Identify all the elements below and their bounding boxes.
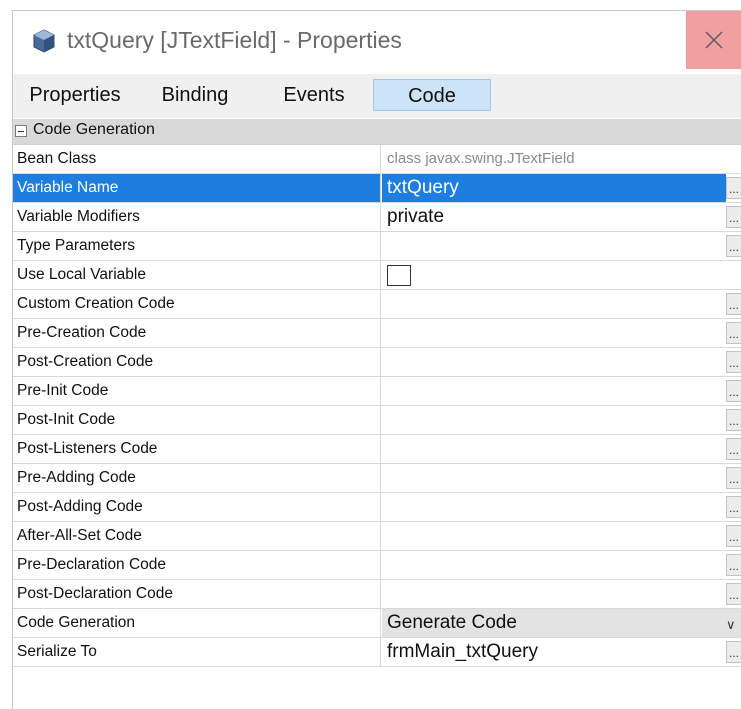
property-row-variable-modifiers[interactable]: Variable Modifiers private ... (13, 203, 741, 232)
section-header-code-generation[interactable]: Code Generation (13, 119, 741, 145)
property-row-custom-creation-code[interactable]: Custom Creation Code ... (13, 290, 741, 319)
use-local-variable-checkbox[interactable] (387, 265, 411, 286)
property-name: Post-Declaration Code (17, 580, 381, 608)
property-row-pre-creation-code[interactable]: Pre-Creation Code ... (13, 319, 741, 348)
property-value[interactable]: private (387, 203, 444, 231)
property-name: Custom Creation Code (17, 290, 381, 318)
property-value: class javax.swing.JTextField (387, 150, 575, 167)
property-row-use-local-variable[interactable]: Use Local Variable (13, 261, 741, 290)
ellipsis-button[interactable]: ... (726, 351, 741, 373)
property-name: Pre-Declaration Code (17, 551, 381, 579)
property-row-type-parameters[interactable]: Type Parameters ... (13, 232, 741, 261)
ellipsis-button[interactable]: ... (726, 438, 741, 460)
property-grid: Bean Class class javax.swing.JTextField … (13, 145, 741, 667)
tab-events[interactable]: Events (267, 79, 361, 111)
window-title: txtQuery [JTextField] - Properties (67, 27, 402, 53)
property-row-post-creation-code[interactable]: Post-Creation Code ... (13, 348, 741, 377)
property-name: Post-Creation Code (17, 348, 381, 376)
ellipsis-button[interactable]: ... (726, 525, 741, 547)
property-name: Pre-Adding Code (17, 464, 381, 492)
property-name: Code Generation (17, 609, 381, 637)
property-name: Use Local Variable (17, 261, 381, 289)
property-row-variable-name[interactable]: Variable Name txtQuery ... (13, 174, 741, 203)
property-name: Pre-Init Code (17, 377, 381, 405)
property-row-post-adding-code[interactable]: Post-Adding Code ... (13, 493, 741, 522)
dropdown-selected-value: Generate Code (387, 612, 517, 633)
property-name: Post-Adding Code (17, 493, 381, 521)
code-generation-dropdown[interactable]: Generate Code ∨ (382, 609, 741, 637)
property-value-input[interactable]: txtQuery (387, 174, 459, 202)
property-row-after-all-set-code[interactable]: After-All-Set Code ... (13, 522, 741, 551)
property-row-post-init-code[interactable]: Post-Init Code ... (13, 406, 741, 435)
property-row-code-generation[interactable]: Code Generation Generate Code ∨ (13, 609, 741, 638)
property-name: After-All-Set Code (17, 522, 381, 550)
ellipsis-button[interactable]: ... (726, 583, 741, 605)
collapse-icon[interactable] (15, 125, 27, 137)
property-row-bean-class[interactable]: Bean Class class javax.swing.JTextField (13, 145, 741, 174)
ellipsis-button[interactable]: ... (726, 322, 741, 344)
ellipsis-button[interactable]: ... (726, 206, 741, 228)
chevron-down-icon: ∨ (726, 617, 736, 632)
property-name: Post-Init Code (17, 406, 381, 434)
ellipsis-button[interactable]: ... (726, 554, 741, 576)
property-name: Post-Listeners Code (17, 435, 381, 463)
tab-binding[interactable]: Binding (145, 79, 245, 111)
property-row-post-listeners-code[interactable]: Post-Listeners Code ... (13, 435, 741, 464)
property-row-serialize-to[interactable]: Serialize To frmMain_txtQuery ... (13, 638, 741, 667)
ellipsis-button[interactable]: ... (726, 409, 741, 431)
ellipsis-button[interactable]: ... (726, 641, 741, 663)
ellipsis-button[interactable]: ... (726, 380, 741, 402)
property-row-pre-init-code[interactable]: Pre-Init Code ... (13, 377, 741, 406)
property-row-pre-declaration-code[interactable]: Pre-Declaration Code ... (13, 551, 741, 580)
section-title: Code Generation (33, 121, 155, 138)
close-icon (705, 31, 723, 49)
properties-window: txtQuery [JTextField] - Properties Prope… (12, 10, 741, 709)
property-row-post-declaration-code[interactable]: Post-Declaration Code ... (13, 580, 741, 609)
ellipsis-button[interactable]: ... (726, 293, 741, 315)
tab-bar: Properties Binding Events Code (13, 74, 741, 118)
close-button[interactable] (686, 11, 741, 69)
property-row-pre-adding-code[interactable]: Pre-Adding Code ... (13, 464, 741, 493)
property-name: Type Parameters (17, 232, 381, 260)
title-bar: txtQuery [JTextField] - Properties (13, 11, 741, 71)
property-name: Pre-Creation Code (17, 319, 381, 347)
tab-code[interactable]: Code (373, 79, 491, 111)
tab-properties[interactable]: Properties (17, 79, 133, 111)
ellipsis-button[interactable]: ... (726, 177, 741, 199)
description-area (13, 670, 741, 709)
property-name: Serialize To (17, 638, 381, 666)
property-value[interactable]: frmMain_txtQuery (387, 638, 538, 666)
property-name: Bean Class (17, 145, 381, 173)
ellipsis-button[interactable]: ... (726, 235, 741, 257)
property-name: Variable Name (13, 174, 381, 202)
property-name: Variable Modifiers (17, 203, 381, 231)
bean-cube-icon (33, 29, 55, 53)
ellipsis-button[interactable]: ... (726, 467, 741, 489)
ellipsis-button[interactable]: ... (726, 496, 741, 518)
